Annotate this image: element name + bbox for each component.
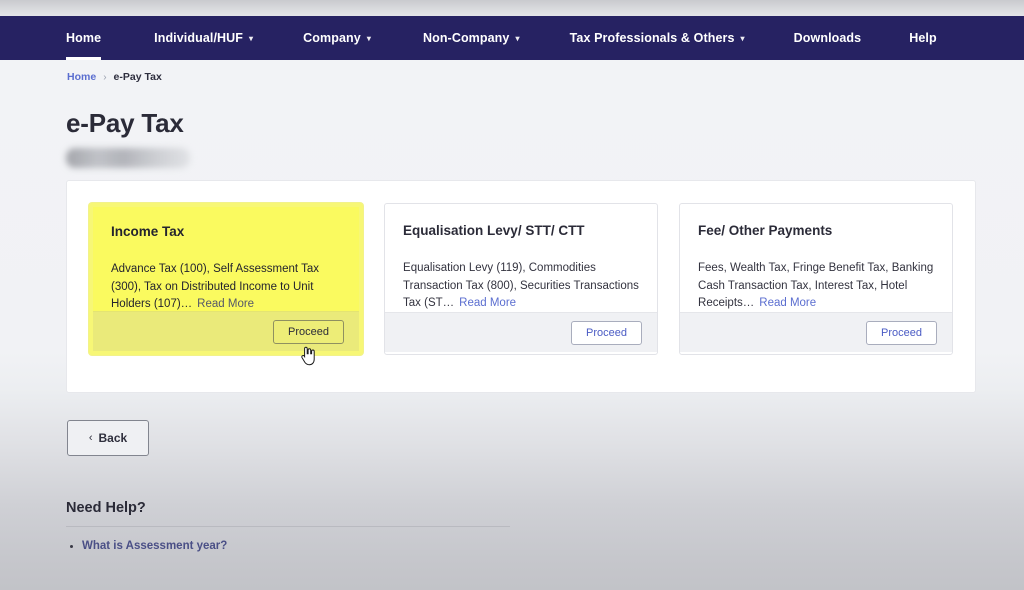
chevron-down-icon: ▾ (515, 34, 520, 43)
nav-item-company-label: Company (303, 31, 361, 45)
nav-item-home[interactable]: Home (66, 16, 102, 60)
payment-category-list: Income Tax Advance Tax (100), Self Asses… (67, 181, 975, 377)
back-button[interactable]: ‹ Back (67, 420, 149, 456)
read-more-link[interactable]: Read More (459, 297, 516, 309)
nav-item-individual-huf-label: Individual/HUF (154, 31, 244, 45)
main-navigation-bar: Home Individual/HUF ▾ Company ▾ Non-Comp… (0, 16, 1024, 60)
page-title: e-Pay Tax (66, 108, 184, 138)
app-screen: Home Individual/HUF ▾ Company ▾ Non-Comp… (0, 0, 1024, 590)
nav-item-tax-professionals-others-label: Tax Professionals & Others (569, 31, 735, 45)
payment-card-body: Income Tax Advance Tax (100), Self Asses… (93, 207, 360, 314)
chevron-down-icon: ▾ (740, 34, 745, 43)
payment-category-panel: Income Tax Advance Tax (100), Self Asses… (66, 180, 976, 393)
nav-item-company[interactable]: Company ▾ (303, 16, 371, 60)
payment-card-footer: Proceed (385, 312, 658, 352)
payment-card-income-tax[interactable]: Income Tax Advance Tax (100), Self Asses… (89, 203, 364, 355)
nav-item-non-company[interactable]: Non-Company ▾ (423, 16, 520, 60)
proceed-button-income-tax[interactable]: Proceed (273, 319, 345, 344)
need-help-divider (66, 526, 510, 527)
payment-card-title: Equalisation Levy/ STT/ CTT (403, 223, 585, 238)
nav-item-home-label: Home (66, 31, 102, 45)
need-help-link-list: What is Assessment year? (66, 540, 227, 552)
payment-card-title: Income Tax (111, 224, 185, 239)
proceed-button-equalisation-levy[interactable]: Proceed (571, 320, 643, 345)
read-more-link[interactable]: Read More (759, 297, 816, 309)
read-more-link[interactable]: Read More (197, 298, 254, 310)
payment-card-description: Advance Tax (100), Self Assessment Tax (… (111, 261, 341, 314)
proceed-button-fee-other-payments[interactable]: Proceed (866, 320, 937, 345)
nav-item-tax-professionals-others[interactable]: Tax Professionals & Others ▾ (570, 16, 745, 60)
payment-card-description: Equalisation Levy (119), Commodities Tra… (403, 260, 639, 313)
nav-item-downloads-label: Downloads (793, 31, 862, 45)
chevron-down-icon: ▾ (249, 34, 254, 43)
nav-item-help[interactable]: Help (909, 16, 937, 60)
nav-item-help-label: Help (909, 31, 937, 45)
page-content: Home › e-Pay Tax e-Pay Tax Income Tax Ad… (0, 60, 1024, 590)
payment-card-body: Fee/ Other Payments Fees, Wealth Tax, Fr… (680, 204, 952, 312)
browser-chrome-strip (0, 0, 1024, 16)
payment-card-footer: Proceed (680, 312, 952, 352)
breadcrumb: Home › e-Pay Tax (67, 71, 162, 83)
redacted-user-info (66, 148, 190, 168)
nav-item-individual-huf[interactable]: Individual/HUF ▾ (154, 16, 253, 60)
need-help-heading: Need Help? (66, 500, 146, 516)
payment-card-description-text: Equalisation Levy (119), Commodities Tra… (403, 262, 639, 309)
breadcrumb-home-link[interactable]: Home (67, 71, 96, 83)
nav-item-non-company-label: Non-Company (422, 31, 510, 45)
payment-card-description: Fees, Wealth Tax, Fringe Benefit Tax, Ba… (698, 260, 934, 313)
breadcrumb-separator-icon: › (103, 71, 107, 83)
chevron-left-icon: ‹ (88, 432, 93, 444)
payment-card-title: Fee/ Other Payments (698, 223, 833, 238)
payment-card-equalisation-levy-stt-ctt[interactable]: Equalisation Levy/ STT/ CTT Equalisation… (384, 203, 659, 355)
payment-card-footer: Proceed (93, 311, 360, 351)
nav-item-downloads[interactable]: Downloads (794, 16, 862, 60)
payment-card-fee-other-payments[interactable]: Fee/ Other Payments Fees, Wealth Tax, Fr… (679, 203, 953, 355)
chevron-down-icon: ▾ (366, 34, 371, 43)
payment-card-body: Equalisation Levy/ STT/ CTT Equalisation… (385, 204, 657, 312)
need-help-link-assessment-year[interactable]: What is Assessment year? (82, 540, 227, 552)
nav-item-list: Home Individual/HUF ▾ Company ▾ Non-Comp… (0, 16, 1024, 60)
back-button-label: Back (98, 431, 128, 445)
breadcrumb-current: e-Pay Tax (113, 71, 162, 83)
